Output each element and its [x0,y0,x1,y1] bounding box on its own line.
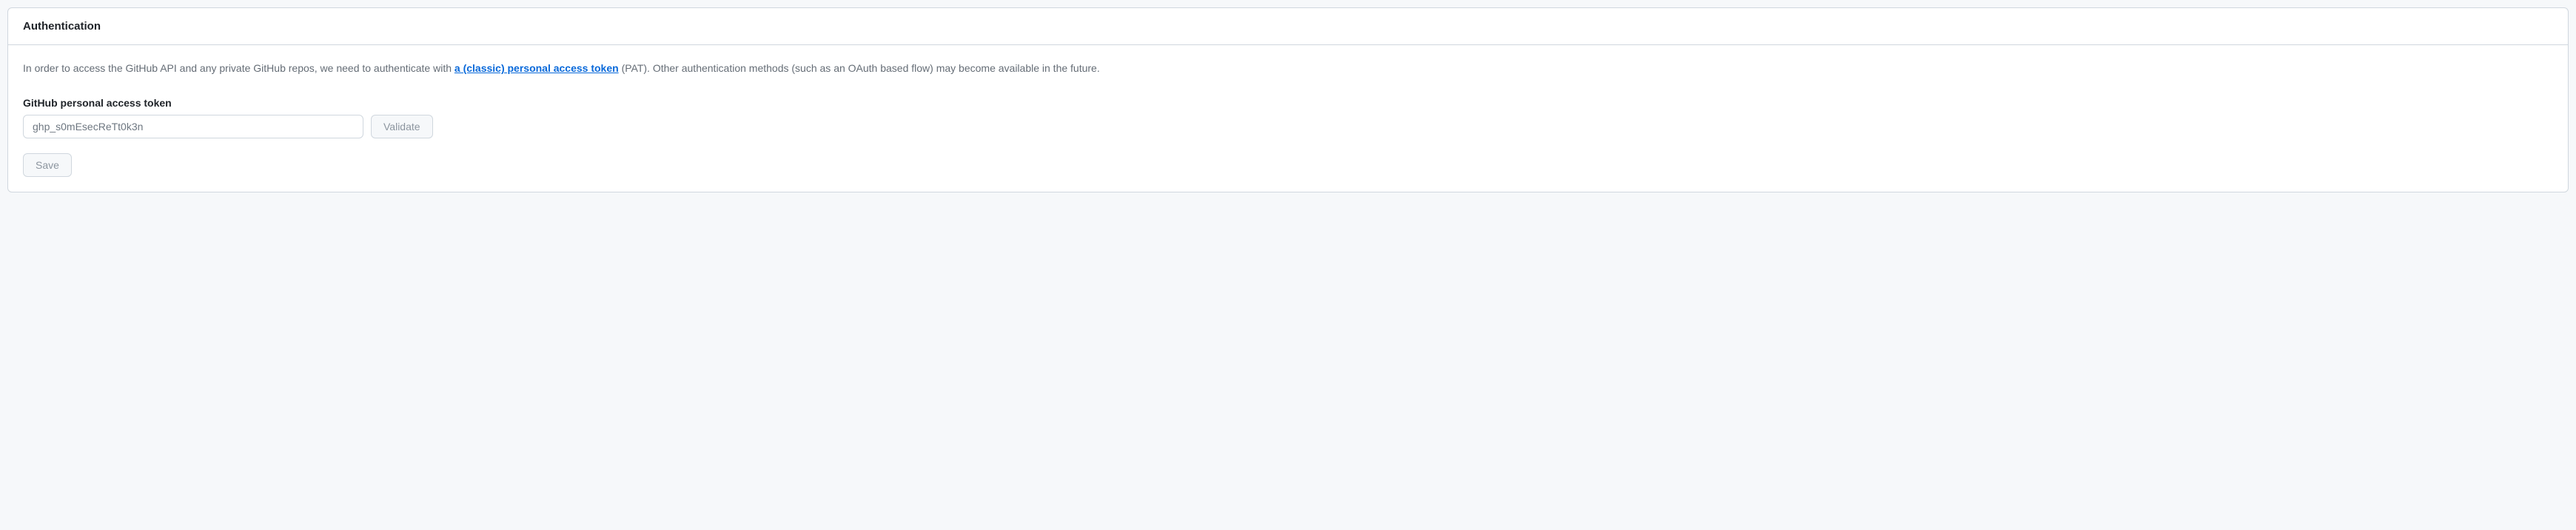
card-body: In order to access the GitHub API and an… [8,45,2568,192]
validate-button[interactable]: Validate [371,115,433,138]
save-button[interactable]: Save [23,153,72,177]
card-title: Authentication [23,20,2553,33]
description-text: In order to access the GitHub API and an… [23,60,2553,76]
description-suffix: (PAT). Other authentication methods (suc… [619,62,1100,74]
card-header: Authentication [8,8,2568,45]
pat-docs-link[interactable]: a (classic) personal access token [455,62,619,74]
token-input-row: Validate [23,115,2553,138]
github-token-input[interactable] [23,115,363,138]
token-label: GitHub personal access token [23,97,2553,109]
description-prefix: In order to access the GitHub API and an… [23,62,455,74]
authentication-card: Authentication In order to access the Gi… [7,7,2569,192]
